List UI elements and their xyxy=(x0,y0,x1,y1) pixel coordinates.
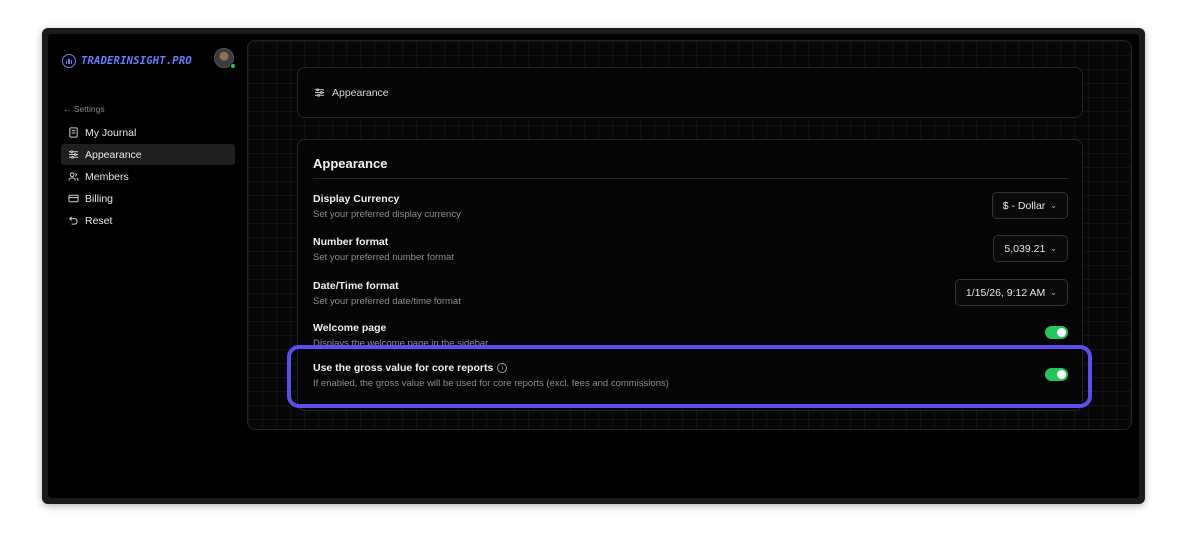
app-window: TRADERINSIGHT.PRO ← Settings My Journal … xyxy=(42,28,1145,504)
back-to-settings-link[interactable]: ← Settings xyxy=(63,104,105,114)
gross-value-label: Use the gross value for core reports xyxy=(313,362,494,374)
setting-description: Displays the welcome page in the sidebar xyxy=(313,338,489,347)
setting-datetime-format: Date/Time format Set your preferred date… xyxy=(313,279,1068,307)
welcome-page-toggle[interactable] xyxy=(1045,326,1068,339)
page-header-card: Appearance xyxy=(297,67,1083,118)
setting-label: Use the gross value for core reports i xyxy=(313,362,1068,374)
section-title: Appearance xyxy=(313,156,388,171)
currency-value: $ - Dollar xyxy=(1002,199,1046,212)
online-status-dot xyxy=(230,63,236,69)
appearance-settings-card: Appearance Display Currency Set your pre… xyxy=(297,139,1083,411)
number-format-select[interactable]: 5,039.21 ⌄ xyxy=(993,235,1068,262)
currency-select[interactable]: $ - Dollar ⌄ xyxy=(991,192,1068,219)
sidebar-item-members[interactable]: Members xyxy=(61,166,235,187)
card-icon xyxy=(68,193,79,204)
sidebar-item-label: Members xyxy=(85,170,129,183)
sidebar-item-label: Billing xyxy=(85,192,114,205)
sidebar-item-label: My Journal xyxy=(85,126,137,139)
brand-name: TRADERINSIGHT.PRO xyxy=(81,55,192,67)
sliders-icon xyxy=(68,149,79,160)
members-icon xyxy=(68,171,79,182)
app-root: TRADERINSIGHT.PRO ← Settings My Journal … xyxy=(48,34,1139,498)
setting-number-format: Number format Set your preferred number … xyxy=(313,235,1068,263)
info-icon[interactable]: i xyxy=(497,363,508,373)
chevron-down-icon: ⌄ xyxy=(1050,201,1057,210)
setting-welcome-page: Welcome page Displays the welcome page i… xyxy=(313,322,1068,347)
setting-label: Welcome page xyxy=(313,322,387,334)
setting-description: If enabled, the gross value will be used… xyxy=(313,378,669,389)
datetime-format-select[interactable]: 1/15/26, 9:12 AM ⌄ xyxy=(954,279,1068,306)
setting-display-currency: Display Currency Set your preferred disp… xyxy=(313,192,1068,220)
chart-logo-icon xyxy=(62,54,76,68)
setting-gross-value: Use the gross value for core reports i I… xyxy=(313,362,1068,389)
avatar[interactable] xyxy=(214,48,236,69)
brand-logo[interactable]: TRADERINSIGHT.PRO xyxy=(62,54,192,68)
setting-description: Set your preferred number format xyxy=(313,252,454,263)
sidebar-item-label: Reset xyxy=(85,214,113,227)
chevron-down-icon: ⌄ xyxy=(1050,244,1057,253)
sidebar-item-label: Appearance xyxy=(85,148,142,161)
settings-content-panel: Appearance Appearance Display Currency S… xyxy=(247,40,1132,430)
divider xyxy=(313,178,1068,179)
sliders-icon xyxy=(314,88,325,97)
sidebar-item-reset[interactable]: Reset xyxy=(61,210,235,231)
number-format-value: 5,039.21 xyxy=(1004,242,1046,255)
chevron-down-icon: ⌄ xyxy=(1050,288,1057,297)
sidebar-item-my-journal[interactable]: My Journal xyxy=(61,122,235,143)
setting-label: Display Currency xyxy=(313,193,400,205)
setting-label: Number format xyxy=(313,236,389,248)
sidebar-item-appearance[interactable]: Appearance xyxy=(61,144,235,165)
page-title: Appearance xyxy=(332,86,389,99)
reset-icon xyxy=(68,215,79,226)
sidebar-nav: My Journal Appearance Members Billing Re… xyxy=(61,122,235,232)
setting-description: Set your preferred display currency xyxy=(313,209,461,220)
gross-value-toggle[interactable] xyxy=(1045,368,1068,381)
datetime-format-value: 1/15/26, 9:12 AM xyxy=(965,286,1046,299)
sidebar-item-billing[interactable]: Billing xyxy=(61,188,235,209)
journal-icon xyxy=(68,127,79,138)
